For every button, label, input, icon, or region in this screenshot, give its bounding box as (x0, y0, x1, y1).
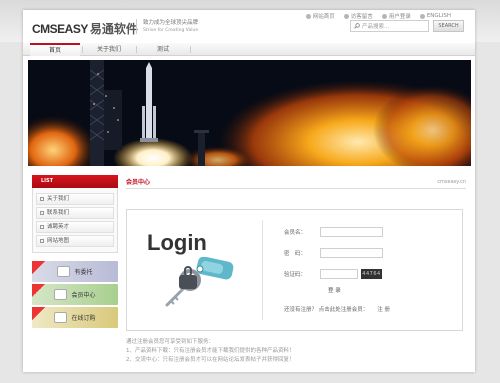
promo-panel: 有委托 会员中心 在线订购 (32, 261, 118, 328)
toplink-guestbook-label: 访客留言 (350, 14, 373, 20)
logo-text-en: CMSEASY (32, 21, 88, 36)
login-button[interactable]: 登 录 (328, 286, 383, 294)
search-placeholder: 产品搜索... (362, 24, 390, 30)
toplink-home[interactable]: 网站首页 (305, 12, 335, 20)
search-icon (354, 23, 360, 29)
site-domain: cmseasy.cn (437, 178, 466, 185)
notes-item: 2、交流中心：只有注册会员才可以在网站论坛发表帖子并获得回复！ (126, 357, 295, 363)
notes-intro: 通过注册会员您可享受到如下服务： (126, 339, 215, 345)
password-label: 密 码： (284, 250, 307, 257)
login-divider (262, 220, 263, 320)
member-notes: 通过注册会员您可享受到如下服务： 1、产品资料下载：只有注册会员才能下载我们提供… (126, 338, 295, 365)
toplink-login[interactable]: 用户登录 (381, 12, 411, 20)
search-input[interactable]: 产品搜索... (350, 20, 429, 32)
sidebar-item-about[interactable]: 关于我们 (36, 193, 114, 205)
nav-item-home[interactable]: 首页 (30, 43, 80, 56)
section-header: 会员中心 cmseasy.cn (126, 175, 466, 189)
home-icon (305, 13, 311, 19)
password-row: 密 码： (284, 242, 383, 263)
captcha-field[interactable] (320, 268, 358, 279)
ribbon-icon (32, 261, 45, 274)
sidebar-header: LIST (32, 175, 118, 188)
nav-item-about[interactable]: 关于我们 (84, 43, 134, 56)
nav-item-test[interactable]: 测试 (138, 43, 188, 56)
toplink-english-label: ENGLISH (426, 13, 451, 19)
username-row: 会员名： (284, 221, 383, 242)
page-icon (40, 211, 44, 215)
slogan-line2: Strive for Creating Value (143, 28, 199, 33)
sidebar-item-contact[interactable]: 联系我们 (36, 207, 114, 219)
user-icon (381, 13, 387, 19)
rocket-launch-illustration (28, 60, 471, 166)
notes-item: 1、产品资料下载：只有注册会员才能下载我们提供的各种产品资料！ (126, 348, 295, 354)
toplink-english[interactable]: ENGLISH (419, 12, 451, 20)
sidebar-item-jobs[interactable]: 诚聘英才 (36, 221, 114, 233)
sidebar-item-sitemap[interactable]: 网站地图 (36, 235, 114, 247)
sidebar-item-label: 联系我们 (47, 210, 70, 216)
captcha-label: 验证码： (284, 271, 307, 278)
promo-label: 会员中心 (71, 292, 96, 299)
promo-member-center[interactable]: 会员中心 (32, 284, 118, 305)
site-logo[interactable]: CMSEASY 易通软件 (32, 20, 138, 37)
top-links: 网站首页 访客留言 用户登录 ENGLISH (305, 12, 451, 20)
search-bar: 产品搜索... SEARCH (350, 20, 464, 32)
captcha-image[interactable]: 44764 (361, 268, 382, 279)
login-panel: Login 会员名： 密 码： 验证码： 44764 登 录 还没有注册？ 点击… (126, 209, 463, 331)
banner-image (28, 60, 471, 166)
slogan-line1: 致力成为全球顶尖品牌 (143, 20, 199, 26)
toplink-login-label: 用户登录 (388, 14, 411, 20)
logo-text-cn: 易通软件 (89, 22, 138, 36)
register-link[interactable]: 注 册 (377, 305, 390, 313)
username-field[interactable] (320, 226, 383, 237)
register-line: 还没有注册？ 点击此处注册会员： 注 册 (284, 305, 390, 313)
login-heading: Login (147, 230, 207, 255)
ribbon-icon (32, 307, 45, 320)
username-label: 会员名： (284, 229, 307, 236)
note-icon (57, 266, 71, 277)
ribbon-icon (32, 284, 45, 297)
sidebar-item-label: 网站地图 (47, 238, 70, 244)
slogan-divider (136, 19, 137, 34)
sidebar-item-label: 诚聘英才 (47, 224, 70, 230)
globe-icon (419, 13, 425, 19)
sidebar: LIST 关于我们 联系我们 诚聘英才 网站地图 有委托 会员中心 在线订购 (32, 175, 118, 330)
toplink-home-label: 网站首页 (312, 14, 335, 20)
toplink-guestbook[interactable]: 访客留言 (343, 12, 373, 20)
keys-icon (165, 257, 234, 307)
nav-divider (82, 46, 83, 53)
slogan: 致力成为全球顶尖品牌 Strive for Creating Value (143, 20, 198, 34)
cart-icon (54, 312, 68, 323)
register-prompt: 还没有注册？ 点击此处注册会员： (284, 307, 369, 313)
nav-divider (190, 46, 191, 53)
sidebar-item-label: 关于我们 (47, 196, 70, 202)
promo-label: 在线订购 (71, 315, 96, 322)
page-container: 网站首页 访客留言 用户登录 ENGLISH CMSEASY 易通软件 致力成为… (23, 10, 475, 372)
page-icon (40, 225, 44, 229)
search-button[interactable]: SEARCH (433, 20, 464, 32)
main-nav: 首页 关于我们 测试 (23, 43, 475, 56)
person-icon (54, 289, 68, 300)
page-title: 会员中心 (126, 179, 151, 186)
page-icon (40, 197, 44, 201)
page-icon (40, 239, 44, 243)
password-field[interactable] (320, 247, 383, 258)
promo-label: 有委托 (74, 269, 93, 276)
nav-divider (136, 46, 137, 53)
message-icon (343, 13, 349, 19)
main-content: 会员中心 cmseasy.cn Login 会员名： 密 码： 验证码： 447… (126, 175, 466, 363)
sidebar-list: 关于我们 联系我们 诚聘英才 网站地图 (32, 188, 118, 253)
captcha-row: 验证码： 44764 (284, 263, 383, 284)
promo-order-online[interactable]: 在线订购 (32, 307, 118, 328)
promo-commission[interactable]: 有委托 (32, 261, 118, 282)
login-form: 会员名： 密 码： 验证码： 44764 登 录 (284, 221, 383, 294)
